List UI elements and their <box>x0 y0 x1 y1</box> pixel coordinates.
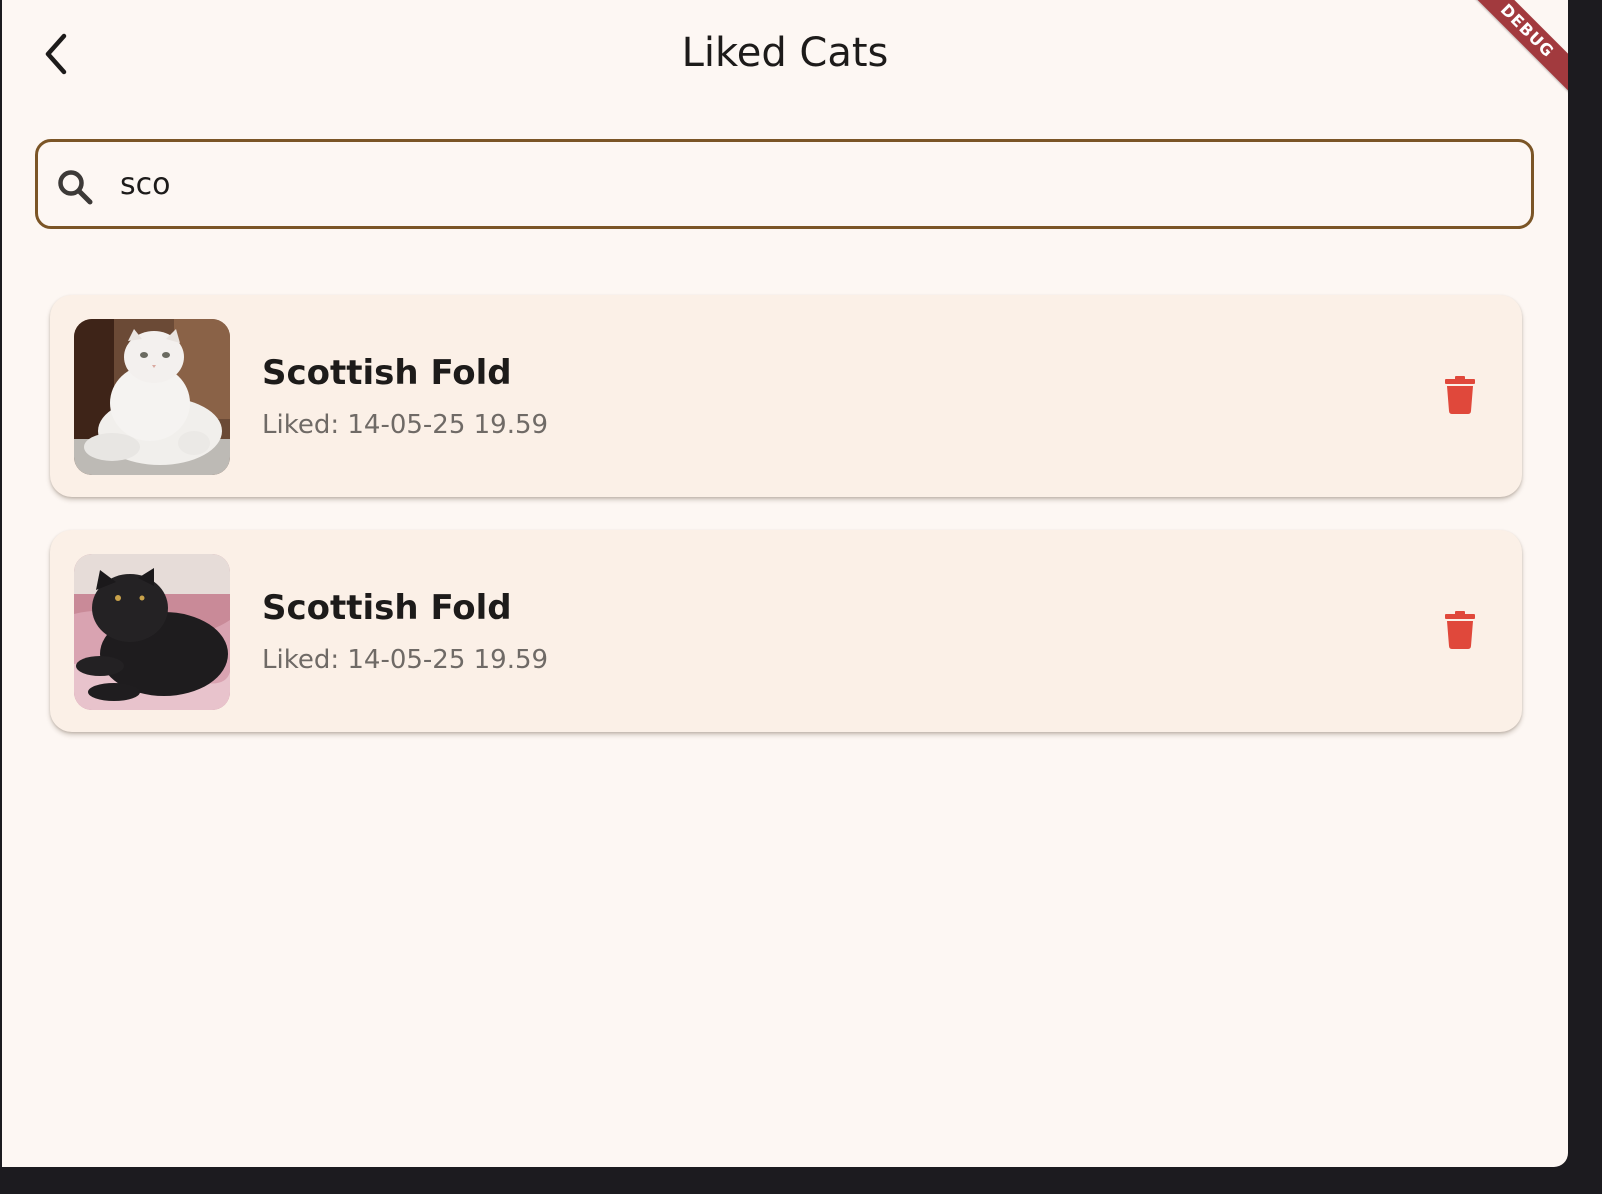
trash-icon <box>1445 376 1475 414</box>
liked-timestamp: Liked: 14-05-25 19.59 <box>262 410 549 440</box>
list-item[interactable]: Scottish Fold Liked: 14-05-25 19.59 <box>50 295 1522 497</box>
delete-button[interactable] <box>1434 604 1486 656</box>
search-icon <box>58 170 93 205</box>
search-input[interactable] <box>120 156 1510 212</box>
list-item[interactable]: Scottish Fold Liked: 14-05-25 19.59 <box>50 530 1522 732</box>
cat-photo <box>74 319 230 475</box>
cat-breed-name: Scottish Fold <box>262 588 512 628</box>
app-bar: Liked Cats <box>2 0 1568 108</box>
liked-cats-list: Scottish Fold Liked: 14-05-25 19.59 Scot… <box>50 295 1522 765</box>
search-field[interactable] <box>35 139 1534 229</box>
page-title: Liked Cats <box>681 30 889 76</box>
cat-photo <box>74 554 230 710</box>
trash-icon <box>1445 611 1475 649</box>
app-window: Liked Cats DEBUG sco Scottish Fold Liked… <box>2 0 1568 1167</box>
liked-timestamp: Liked: 14-05-25 19.59 <box>262 645 549 675</box>
cat-breed-name: Scottish Fold <box>262 353 512 393</box>
delete-button[interactable] <box>1434 369 1486 421</box>
